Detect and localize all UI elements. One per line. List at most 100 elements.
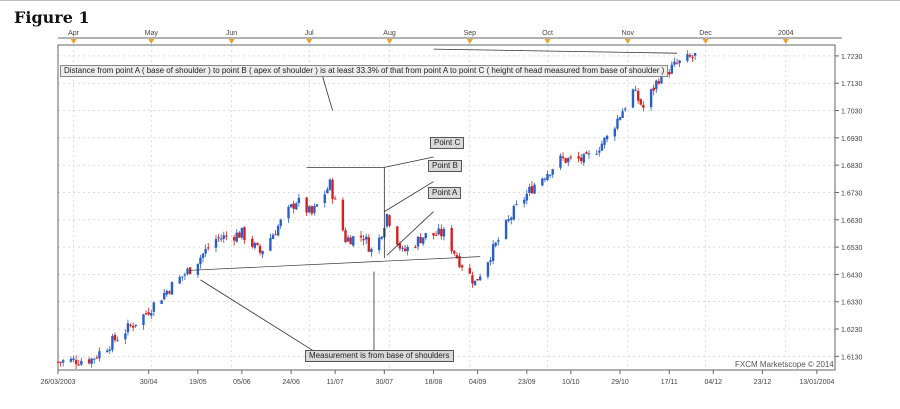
point-c-leader [384, 156, 434, 168]
candle-body [196, 263, 200, 275]
measurement-leader-left [200, 279, 323, 357]
candle-body [134, 324, 137, 327]
candle-body [326, 189, 329, 194]
candle-body [691, 57, 694, 59]
candle-body [305, 197, 308, 213]
candle-body [297, 197, 301, 204]
candle-body [113, 334, 117, 341]
candle-body [642, 104, 645, 108]
candle-body [331, 179, 334, 199]
candle-body [199, 257, 202, 265]
candle-body [670, 64, 674, 74]
candle-body [688, 55, 692, 57]
candle-body [162, 293, 166, 300]
candle-body [401, 247, 404, 249]
x-tick-label: 26/03/2003 [40, 379, 75, 386]
candle-body [160, 300, 163, 304]
top-axis-label: May [145, 30, 159, 37]
candle-body [442, 228, 446, 237]
candle-body [434, 234, 438, 236]
candle-body [673, 61, 676, 65]
candle-body [385, 213, 389, 227]
period-marker [466, 39, 473, 44]
candle-body [468, 267, 472, 274]
candle-body [87, 359, 91, 364]
period-marker [306, 39, 313, 44]
candle-body [279, 219, 282, 226]
chart-grid [58, 45, 835, 370]
period-marker [386, 39, 393, 44]
candle-body [603, 137, 606, 145]
point-a-label: Point A [428, 187, 462, 199]
candle-body [261, 250, 264, 255]
measurement-note: Measurement is from base of shoulders [305, 350, 454, 362]
candle-body [359, 235, 363, 238]
candle-body [613, 128, 617, 137]
candle-body [533, 184, 536, 194]
candle-body [243, 227, 246, 241]
candle-body [512, 206, 516, 220]
candle-body [80, 360, 83, 365]
candle-body [440, 228, 443, 237]
candle-body [214, 238, 218, 248]
chart-axes [57, 37, 842, 374]
candle-body [585, 152, 588, 154]
candle-body [582, 153, 585, 163]
candle-body [567, 158, 570, 163]
candle-body [655, 80, 658, 90]
period-marker [228, 39, 235, 44]
candle-body [380, 236, 383, 239]
candle-body [419, 236, 422, 244]
y-tick-label: 1.6430 [841, 272, 863, 279]
candle-body [344, 230, 347, 243]
x-tick-label: 24/06 [282, 379, 300, 386]
candle-body [168, 291, 171, 294]
period-marker [148, 39, 155, 44]
top-axis-label: Sep [464, 30, 477, 37]
y-tick-label: 1.6730 [841, 190, 863, 197]
candle-body [106, 350, 109, 353]
candle-body [362, 239, 365, 241]
y-tick-label: 1.7230 [841, 54, 863, 61]
x-tick-label: 30/07 [376, 379, 394, 386]
candle-body [341, 199, 345, 231]
candle-body [289, 204, 293, 208]
candle-body [370, 248, 373, 253]
candle-body [569, 156, 573, 158]
candle-body [310, 206, 314, 214]
candle-body [675, 62, 679, 64]
point-c-label: Point C [430, 137, 465, 149]
x-tick-label: 04/09 [469, 379, 487, 386]
candle-body [652, 87, 655, 91]
x-tick-label: 18/08 [425, 379, 443, 386]
candle-body [406, 247, 409, 252]
watermark: FXCM Marketscope © 2014 [735, 360, 834, 369]
candle-body [349, 237, 352, 245]
candle-body [313, 206, 316, 213]
period-marker [782, 39, 789, 44]
candle-body [346, 237, 350, 242]
y-tick-label: 1.7130 [841, 81, 863, 88]
candle-body [56, 361, 60, 363]
period-marker [624, 39, 631, 44]
candle-body [491, 244, 495, 261]
candle-body [678, 60, 681, 64]
x-tick-label: 13/01/2004 [799, 379, 834, 386]
distance-note: Distance from point A ( base of shoulder… [60, 65, 669, 77]
point-b-label: Point B [428, 160, 462, 172]
candle-body [142, 314, 145, 325]
candle-body [561, 156, 565, 159]
y-tick-label: 1.7030 [841, 109, 863, 116]
candle-body [152, 302, 156, 312]
candle-body [600, 143, 604, 151]
candle-body [328, 179, 332, 190]
candle-body [124, 333, 127, 340]
candle-body [624, 108, 627, 110]
top-axis-label: Nov [622, 30, 635, 37]
candle-body [126, 323, 130, 333]
y-tick-label: 1.6230 [841, 327, 863, 334]
x-tick-label: 17/11 [661, 379, 678, 386]
candle-body [287, 206, 290, 219]
candle-body [649, 89, 653, 108]
candle-body [165, 290, 168, 295]
